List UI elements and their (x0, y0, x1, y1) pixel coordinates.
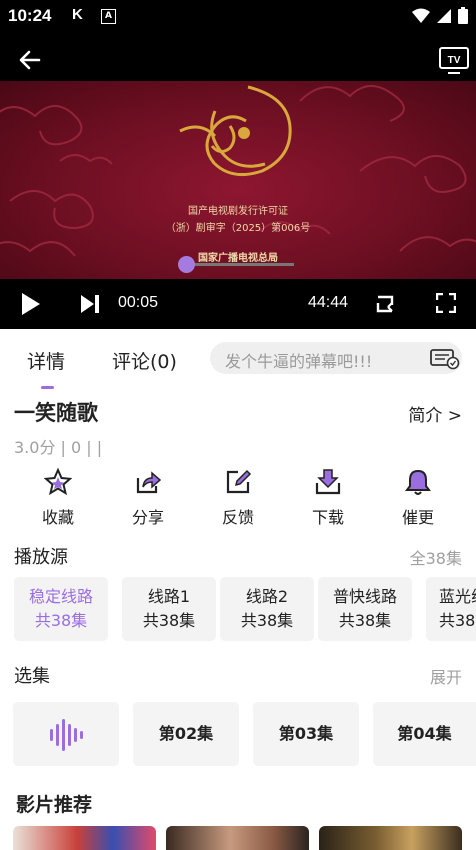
equalizer-playing-icon (50, 719, 83, 751)
source-name: 普快线路 (332, 587, 397, 606)
favorite-button[interactable]: 收藏 (23, 466, 93, 528)
star-icon (44, 468, 72, 496)
source-item[interactable]: 线路2 共38集 (220, 577, 314, 641)
episode-item[interactable]: 第04集 (373, 702, 476, 766)
k-notification-icon: K (72, 6, 83, 23)
rotate-screen-icon[interactable] (374, 293, 396, 315)
episode-item[interactable]: 第02集 (133, 702, 239, 766)
tab-comments[interactable]: 评论(0) (112, 347, 177, 374)
a-notification-icon: A (101, 9, 116, 24)
battery-icon (458, 7, 468, 24)
show-meta: 3.0分 | 0 | | (14, 438, 103, 457)
recommend-poster-3[interactable] (319, 826, 462, 850)
episodes-heading: 选集 (14, 666, 50, 687)
source-name: 线路1 (147, 587, 191, 606)
play-icon[interactable] (20, 292, 42, 316)
wifi-icon (412, 8, 430, 23)
video-player[interactable]: TV 国产电视剧发行许可证 （浙）剧审字（2025）第006号 国家广播电视总局… (0, 34, 476, 329)
sources-heading: 播放源 (14, 547, 68, 568)
download-button[interactable]: 下载 (293, 466, 363, 528)
sources-total[interactable]: 全38集 (410, 545, 462, 569)
source-item[interactable]: 稳定线路 共38集 (14, 577, 108, 641)
back-arrow-icon[interactable] (18, 48, 42, 72)
player-controls: 00:05 44:44 (0, 279, 476, 329)
feedback-label: 反馈 (221, 508, 254, 527)
source-name: 线路2 (245, 587, 289, 606)
svg-text:TV: TV (448, 55, 461, 66)
progress-thumb[interactable] (177, 256, 195, 273)
source-item[interactable]: 普快线路 共38集 (318, 577, 412, 641)
permit-line1: 国产电视剧发行许可证 (188, 204, 288, 217)
source-item[interactable]: 蓝光线路 共38集 (426, 577, 476, 641)
active-tab-indicator (41, 386, 54, 389)
danmu-settings-icon[interactable] (430, 348, 460, 370)
download-icon (315, 469, 341, 495)
source-count: 共38集 (338, 611, 392, 630)
episodes-expand[interactable]: 展开 (430, 664, 462, 688)
share-icon (136, 471, 162, 494)
permit-line2: （浙）剧审字（2025）第006号 (166, 221, 311, 234)
intro-link[interactable]: 简介 > (408, 401, 462, 426)
progress-track[interactable] (186, 263, 294, 266)
download-label: 下载 (311, 508, 344, 527)
next-episode-icon[interactable] (79, 293, 101, 315)
recommend-heading: 影片推荐 (16, 794, 93, 816)
source-name: 稳定线路 (28, 587, 93, 606)
player-top-bar: TV (0, 34, 476, 81)
edit-icon (226, 469, 252, 494)
favorite-label: 收藏 (41, 508, 74, 527)
urge-update-label: 催更 (401, 508, 434, 527)
tv-cast-icon[interactable]: TV (438, 44, 470, 76)
danmu-placeholder: 发个牛逼的弹幕吧!!! (225, 352, 373, 371)
source-count: 共38集 (439, 611, 476, 630)
source-name: 蓝光线路 (439, 587, 476, 606)
source-count: 共38集 (240, 611, 294, 630)
video-frame[interactable]: 国产电视剧发行许可证 （浙）剧审字（2025）第006号 国家广播电视总局 (0, 81, 476, 279)
danmu-input[interactable]: 发个牛逼的弹幕吧!!! (210, 342, 462, 374)
source-item[interactable]: 线路1 共38集 (122, 577, 216, 641)
urge-update-button[interactable]: 催更 (383, 466, 453, 528)
episode-item[interactable]: 第03集 (253, 702, 359, 766)
recommend-poster-2[interactable] (166, 826, 309, 850)
show-title: 一笑随歌 (14, 401, 98, 425)
bell-icon (405, 469, 431, 495)
signal-icon (437, 8, 451, 23)
recommend-poster-1[interactable] (13, 826, 156, 850)
feedback-button[interactable]: 反馈 (203, 466, 273, 528)
tab-details[interactable]: 详情 (27, 347, 65, 374)
status-time: 10:24 (8, 6, 52, 25)
status-bar: 10:24 K A (0, 0, 476, 34)
video-artwork: 国产电视剧发行许可证 （浙）剧审字（2025）第006号 国家广播电视总局 (0, 85, 476, 264)
share-button[interactable]: 分享 (113, 466, 183, 528)
duration: 44:44 (308, 294, 349, 311)
source-count: 共38集 (142, 611, 196, 630)
current-time: 00:05 (118, 294, 159, 311)
share-label: 分享 (131, 508, 164, 527)
fullscreen-icon[interactable] (436, 293, 456, 313)
source-count: 共38集 (34, 611, 88, 630)
status-icons (412, 7, 468, 24)
action-row: 收藏 分享 反馈 下载 催更 (0, 466, 476, 532)
